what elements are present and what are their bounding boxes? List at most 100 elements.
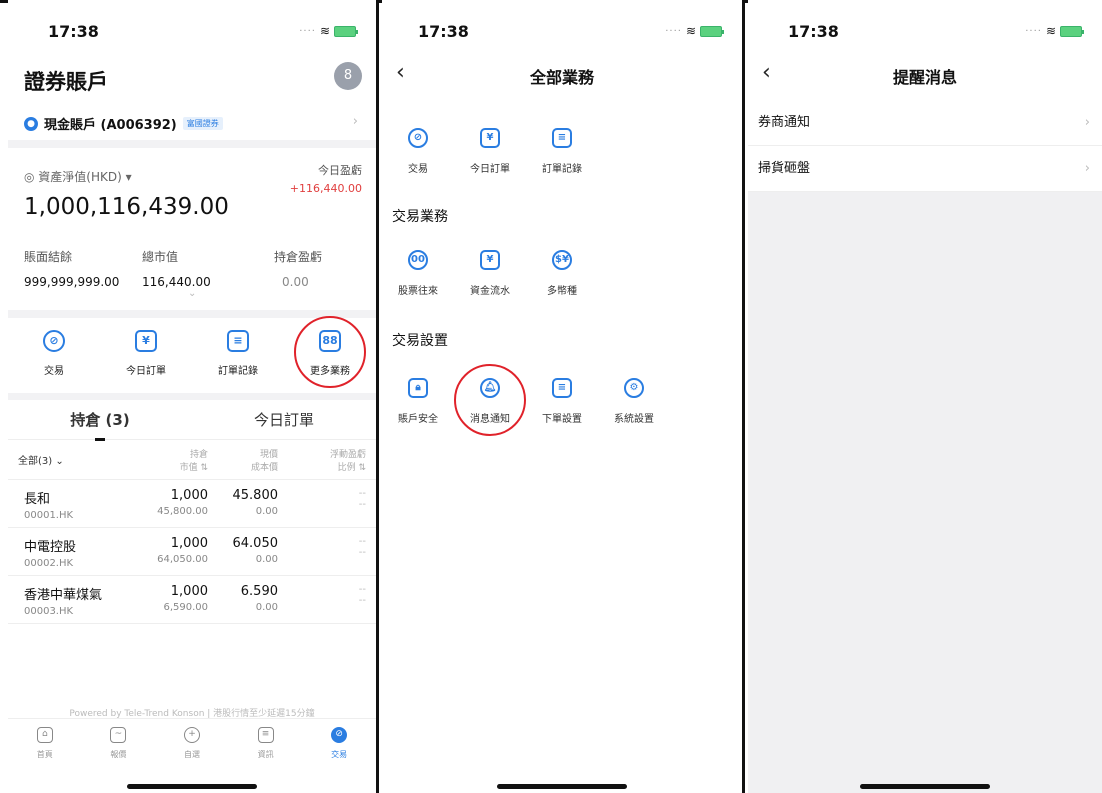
home-icon: ⌂: [36, 727, 53, 743]
calendar-yen-icon: ¥: [135, 330, 157, 352]
service-multi-currency[interactable]: $¥ 多幣種: [526, 250, 598, 297]
section-title: 交易設置: [392, 333, 448, 349]
status-bar: 17:38 ···· ≋: [748, 18, 1102, 48]
status-time: 17:38: [788, 22, 839, 41]
chevron-right-icon: ›: [1084, 161, 1090, 176]
document-clock-icon: ≡: [552, 128, 572, 148]
stat-cash: 賬面結餘 999,999,999.00: [24, 250, 120, 289]
page-title: 全部業務: [529, 68, 594, 87]
expand-icon[interactable]: ⌄: [188, 288, 196, 299]
signal-icon: ····: [665, 25, 682, 37]
nav-news[interactable]: ≡ 資訊: [229, 719, 303, 793]
today-pl-value: +116,440.00: [289, 182, 362, 195]
securities-account-screen: 17:38 ···· ≋ 證券賬戶 8 ● 現金賬戶 (A006392) 富國證券…: [8, 0, 376, 793]
status-time: 17:38: [418, 22, 469, 41]
divider: [742, 0, 745, 793]
service-cash-flow[interactable]: ¥ 資金流水: [454, 250, 526, 297]
holdings-section: 持倉 (3) 今日訂單 全部(3) ⌄ 持倉 市值 ⇅ 現價 成本價 浮動盈虧 比例 …: [8, 400, 376, 718]
table-row[interactable]: 中電控股 00002.HK 1,000 64,050.00 64.050 0.00 -…: [8, 528, 376, 576]
sort-qty-mv[interactable]: 持倉 市值 ⇅: [128, 447, 208, 473]
holdings-tabs: 持倉 (3) 今日訂單: [8, 400, 376, 441]
message-categories: 券商通知 › 掃貨砸盤 ›: [748, 100, 1102, 192]
currency-icon: $¥: [552, 250, 572, 270]
page-title: 證券賬戶: [24, 70, 108, 94]
account-header: 17:38 ···· ≋ 證券賬戶 8 ● 現金賬戶 (A006392) 富國證券…: [8, 0, 376, 140]
chart-icon: ~: [110, 727, 127, 743]
wifi-icon: ≋: [685, 24, 696, 38]
nav-bar: ‹ 提醒消息: [748, 58, 1102, 94]
shortcut-today-orders[interactable]: ¥ 今日訂單: [454, 128, 526, 175]
status-time: 17:38: [48, 22, 99, 41]
battery-icon: [700, 25, 724, 37]
reminder-messages-screen: 17:38 ···· ≋ ‹ 提醒消息 券商通知 › 掃貨砸盤 ›: [748, 0, 1102, 793]
filter-dropdown[interactable]: 全部(3) ⌄: [18, 452, 128, 467]
chevron-right-icon: ›: [1084, 115, 1090, 130]
nav-trade[interactable]: ⊘ 交易: [302, 719, 376, 793]
quick-today-orders[interactable]: ¥ 今日訂單: [100, 318, 192, 393]
list-item[interactable]: 券商通知 ›: [748, 100, 1102, 146]
signal-icon: ····: [1025, 25, 1042, 37]
calendar-yen-icon: ¥: [480, 128, 500, 148]
asset-stats: 賬面結餘 999,999,999.00 總市值 116,440.00 持倉盈虧 0.0…: [8, 248, 376, 289]
today-pl-label: 今日盈虧: [318, 164, 362, 177]
status-bar: 17:38 ···· ≋: [382, 18, 742, 48]
battery-icon: [334, 25, 358, 37]
all-services-screen: 17:38 ···· ≋ ‹ 全部業務 ⊘ 交易 ¥ 今日訂單 ≡ 訂單記錄 交易業務 …: [382, 0, 742, 793]
table-header: 全部(3) ⌄ 持倉 市值 ⇅ 現價 成本價 浮動盈虧 比例 ⇅: [8, 440, 376, 480]
broker-badge: 富國證券: [182, 117, 223, 130]
asset-summary: ◎ 資產淨值(HKD) ▾ 今日盈虧 +116,440.00 1,000,116…: [8, 148, 376, 310]
account-label: 現金賬戶 (A006392): [44, 118, 177, 133]
nav-home[interactable]: ⌂ 首頁: [8, 719, 82, 793]
table-row[interactable]: 長和 00001.HK 1,000 45,800.00 45.800 0.00 -- -…: [8, 480, 376, 528]
home-indicator: [497, 784, 627, 789]
sort-pl[interactable]: 浮動盈虧 比例 ⇅: [278, 447, 366, 473]
page-title: 提醒消息: [892, 68, 957, 87]
document-clock-icon: ≡: [227, 330, 249, 352]
section-title: 交易業務: [392, 209, 448, 225]
tab-today-orders[interactable]: 今日訂單: [192, 400, 376, 439]
nav-quotes[interactable]: ~ 報價: [82, 719, 156, 793]
lock-icon: 🔒︎: [408, 378, 428, 398]
account-selector[interactable]: ● 現金賬戶 (A006392) 富國證券 ›: [24, 114, 366, 133]
avatar[interactable]: 8: [334, 62, 362, 90]
news-icon: ≡: [257, 727, 274, 743]
status-icons: ···· ≋: [665, 24, 724, 38]
nav-watchlist[interactable]: + 自選: [155, 719, 229, 793]
setting-system[interactable]: ⚙ 系統設置: [598, 378, 670, 425]
home-indicator: [860, 784, 990, 789]
list-item[interactable]: 掃貨砸盤 ›: [748, 146, 1102, 192]
chevron-right-icon: ›: [352, 114, 358, 129]
trade-icon: ⊘: [408, 128, 428, 148]
highlight-circle: [294, 316, 366, 388]
table-row[interactable]: 香港中華煤氣 00003.HK 1,000 6,590.00 6.590 0.00 -…: [8, 576, 376, 624]
setting-order[interactable]: ≡ 下單設置: [526, 378, 598, 425]
stock-transfer-icon: 00: [408, 250, 428, 270]
stat-position-pl: 持倉盈虧 0.00: [274, 250, 323, 289]
highlight-circle: [454, 364, 526, 436]
trading-services: 00 股票往來 ¥ 資金流水 $¥ 多幣種: [382, 250, 742, 297]
gear-icon: ⚙: [624, 378, 644, 398]
battery-icon: [1060, 25, 1084, 37]
top-shortcuts: ⊘ 交易 ¥ 今日訂單 ≡ 訂單記錄: [382, 128, 742, 175]
trade-icon: ⊘: [43, 330, 65, 352]
quick-trade[interactable]: ⊘ 交易: [8, 318, 100, 393]
quick-order-history[interactable]: ≡ 訂單記錄: [192, 318, 284, 393]
asset-label[interactable]: ◎ 資產淨值(HKD) ▾: [24, 168, 132, 185]
document-clock-icon: ≡: [552, 378, 572, 398]
wifi-icon: ≋: [1045, 24, 1056, 38]
nav-bar: ‹ 全部業務: [382, 58, 742, 94]
tab-positions[interactable]: 持倉 (3): [8, 400, 192, 441]
shortcut-order-history[interactable]: ≡ 訂單記錄: [526, 128, 598, 175]
setting-account-security[interactable]: 🔒︎ 賬戶安全: [382, 378, 454, 425]
home-indicator: [127, 784, 257, 789]
plus-icon: +: [183, 727, 200, 743]
wifi-icon: ≋: [319, 24, 330, 38]
cash-flow-icon: ¥: [480, 250, 500, 270]
stat-market-value: 總市值 116,440.00: [142, 250, 211, 289]
shortcut-trade[interactable]: ⊘ 交易: [382, 128, 454, 175]
account-icon: ●: [24, 116, 38, 131]
divider: [376, 0, 379, 793]
service-stock-transfer[interactable]: 00 股票往來: [382, 250, 454, 297]
net-asset-value: 1,000,116,439.00: [24, 194, 229, 220]
status-icons: ···· ≋: [299, 24, 358, 38]
